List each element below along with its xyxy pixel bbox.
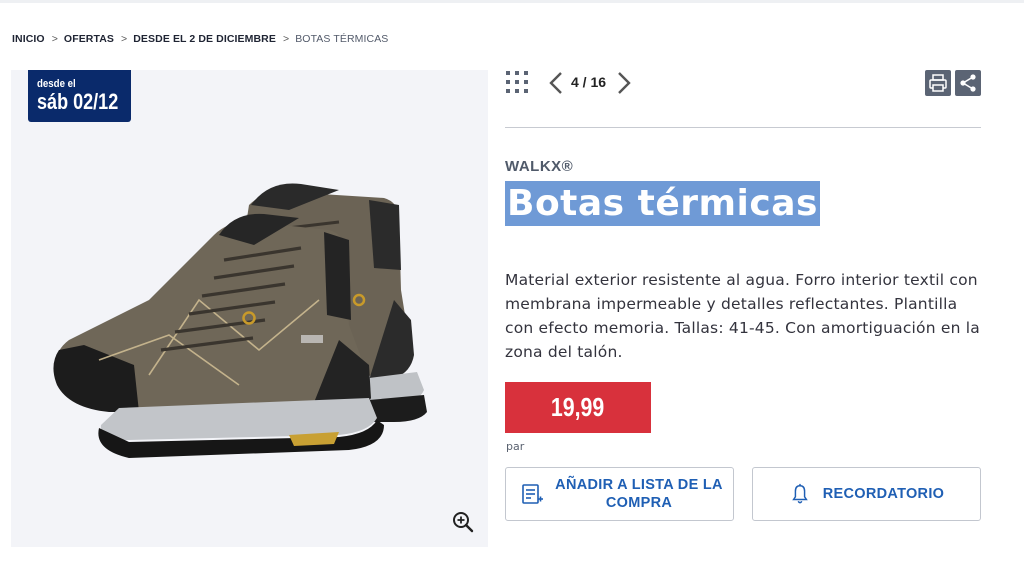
print-button[interactable] [925,70,951,96]
add-to-shopping-list-button[interactable]: AÑADIR A LISTA DE LA COMPRA [505,467,734,521]
product-title: Botas térmicas [505,181,820,226]
breadcrumb-item-inicio[interactable]: INICIO [12,33,45,45]
print-icon [929,74,947,92]
divider [505,127,981,128]
gallery-navigation: 4 / 16 [505,68,981,98]
product-image-panel[interactable]: desde el sáb 02/12 [11,70,488,547]
breadcrumb: INICIO > OFERTAS > DESDE EL 2 DE DICIEMB… [12,33,388,45]
share-button[interactable] [955,70,981,96]
badge-date: sáb 02/12 [37,89,119,114]
breadcrumb-item-current: BOTAS TÉRMICAS [295,33,389,45]
add-to-shopping-list-label: AÑADIR A LISTA DE LA COMPRA [555,477,723,511]
product-description: Material exterior resistente al agua. Fo… [505,271,980,361]
product-image [53,183,427,458]
breadcrumb-item-ofertas[interactable]: OFERTAS [64,33,114,45]
product-brand: WALKX® [505,158,574,175]
chevron-left-icon[interactable] [547,70,565,96]
price-unit: par [506,440,525,453]
share-icon [960,74,976,92]
chevron-right-icon[interactable] [615,70,633,96]
bell-icon [791,483,808,504]
top-border [0,0,1024,3]
breadcrumb-item-desde-el-2-de-diciembre[interactable]: DESDE EL 2 DE DICIEMBRE [133,33,276,45]
reminder-label: RECORDATORIO [822,486,945,502]
breadcrumb-separator: > [121,33,128,45]
price: 19,99 [551,392,605,422]
front-boot [53,213,384,458]
shopping-list-icon [522,484,543,504]
breadcrumb-separator: > [51,33,58,45]
reminder-button[interactable]: RECORDATORIO [752,467,981,521]
price-box: 19,99 [505,382,651,433]
zoom-in-icon[interactable] [451,510,475,534]
image-counter: 4 / 16 [571,74,607,90]
availability-badge: desde el sáb 02/12 [28,70,131,122]
grid-icon[interactable] [505,70,531,96]
breadcrumb-separator: > [282,33,290,45]
